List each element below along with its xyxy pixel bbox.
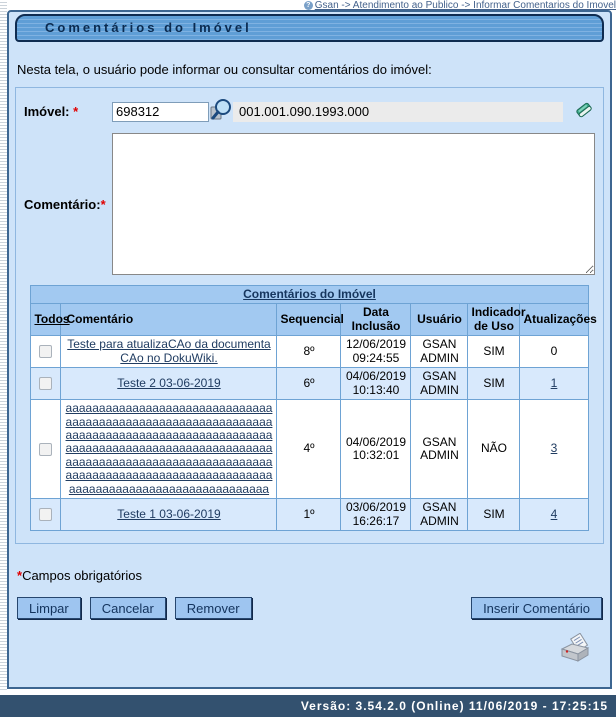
row-checkbox[interactable] <box>39 442 53 456</box>
comment-cell: Teste 2 03-06-2019 <box>60 367 278 401</box>
comentario-textarea[interactable] <box>112 133 595 275</box>
sequencial-cell: 6º <box>276 367 342 401</box>
row-checkbox[interactable] <box>39 345 53 359</box>
table-caption: Comentários do Imóvel <box>30 284 589 305</box>
sequencial-cell: 4º <box>276 399 342 500</box>
column-header-comentario: Comentário <box>60 303 278 337</box>
comment-cell: Teste para atualizaCAo da documentaCAo n… <box>60 335 278 369</box>
atualizacoes-cell: 4 <box>519 498 589 531</box>
comment-cell: aaaaaaaaaaaaaaaaaaaaaaaaaaaaaaaaaaaaaaaa… <box>60 399 278 500</box>
comment-link[interactable]: Teste 1 03-06-2019 <box>117 507 220 521</box>
data-inclusao-cell: 04/06/2019 10:32:01 <box>340 399 412 500</box>
indicador-cell: SIM <box>467 335 521 369</box>
data-inclusao-cell: 03/06/2019 16:26:17 <box>340 498 412 531</box>
version-footer: Versão: 3.54.2.0 (Online) 11/06/2019 - 1… <box>0 695 616 717</box>
limpar-button[interactable]: Limpar <box>17 597 81 619</box>
comments-table: Comentários do Imóvel Todos Comentário S… <box>30 284 597 531</box>
comment-link[interactable]: Teste para atualizaCAo da documentaCAo n… <box>67 337 270 364</box>
table-header-row: Todos Comentário Sequencial Data Inclusã… <box>30 303 597 337</box>
sequencial-cell: 1º <box>276 498 342 531</box>
page-title: Comentários do Imóvel <box>15 14 604 42</box>
breadcrumb-link[interactable]: Gsan -> Atendimento ao Publico -> Inform… <box>315 0 616 10</box>
imovel-input[interactable] <box>112 101 209 122</box>
comment-link[interactable]: aaaaaaaaaaaaaaaaaaaaaaaaaaaaaaaaaaaaaaaa… <box>66 401 273 496</box>
usuario-cell: GSAN ADMIN <box>410 498 469 531</box>
search-icon[interactable] <box>209 98 233 125</box>
inscricao-field: 001.001.090.1993.000 <box>233 101 563 122</box>
atualizacoes-link[interactable]: 1 <box>551 376 558 390</box>
inserir-comentario-button[interactable]: Inserir Comentário <box>471 597 602 619</box>
atualizacoes-cell: 1 <box>519 367 589 401</box>
column-header-sequencial: Sequencial <box>276 303 344 337</box>
comment-cell: Teste 1 03-06-2019 <box>60 498 278 531</box>
table-row: aaaaaaaaaaaaaaaaaaaaaaaaaaaaaaaaaaaaaaaa… <box>30 399 589 500</box>
usuario-cell: GSAN ADMIN <box>410 335 469 369</box>
data-inclusao-cell: 04/06/2019 10:13:40 <box>340 367 412 401</box>
atualizacoes-cell: 0 <box>519 335 589 369</box>
table-caption-link[interactable]: Comentários do Imóvel <box>243 287 376 301</box>
cancelar-button[interactable]: Cancelar <box>89 597 166 619</box>
left-stripe-decoration <box>0 0 7 690</box>
imovel-field-row: Imóvel: * 001.001.090.1993.000 <box>24 98 595 125</box>
indicador-cell: SIM <box>467 498 521 531</box>
column-header-indicador: Indicador de Uso <box>467 303 526 337</box>
eraser-icon[interactable] <box>573 99 595 124</box>
usuario-cell: GSAN ADMIN <box>410 399 469 500</box>
comentario-label: Comentário:* <box>24 196 106 212</box>
comentario-field-row: Comentário:* <box>24 133 595 275</box>
atualizacoes-link[interactable]: 3 <box>551 441 558 455</box>
row-checkbox-cell <box>30 498 62 531</box>
usuario-cell: GSAN ADMIN <box>410 367 469 401</box>
indicador-cell: SIM <box>467 367 521 401</box>
column-header-todos: Todos <box>30 303 70 337</box>
required-fields-note: *Campos obrigatórios <box>17 568 143 583</box>
data-inclusao-cell: 12/06/2019 09:24:55 <box>340 335 412 369</box>
printer-icon[interactable] <box>558 632 592 668</box>
printer-row <box>9 632 592 668</box>
row-checkbox-cell <box>30 335 62 369</box>
remover-button[interactable]: Remover <box>174 597 252 619</box>
page-description: Nesta tela, o usuário pode informar ou c… <box>17 62 432 77</box>
select-all-link[interactable]: Todos <box>34 312 69 326</box>
atualizacoes-link[interactable]: 4 <box>551 507 558 521</box>
table-row: Teste para atualizaCAo da documentaCAo n… <box>30 335 589 369</box>
row-checkbox-cell <box>30 367 62 401</box>
main-frame: Comentários do Imóvel Nesta tela, o usuá… <box>7 10 612 689</box>
action-buttons: Limpar Cancelar Remover Inserir Comentár… <box>17 597 602 619</box>
column-header-usuario: Usuário <box>410 303 469 337</box>
form-panel: Imóvel: * 001.001.090.1993.000 <box>15 87 604 544</box>
column-header-data-inclusao: Data Inclusão <box>340 303 412 337</box>
comment-link[interactable]: Teste 2 03-06-2019 <box>117 376 220 390</box>
help-icon[interactable]: ? <box>303 0 313 10</box>
imovel-label: Imóvel: * <box>24 104 79 119</box>
sequencial-cell: 8º <box>276 335 342 369</box>
column-header-atualizacoes: Atualizações <box>519 303 597 337</box>
row-checkbox[interactable] <box>39 377 53 391</box>
row-checkbox-cell <box>30 399 62 500</box>
table-row: Teste 1 03-06-2019 1º 03/06/2019 16:26:17 G… <box>30 498 589 531</box>
table-row: Teste 2 03-06-2019 6º 04/06/2019 10:13:40 G… <box>30 367 589 401</box>
row-checkbox[interactable] <box>39 508 53 522</box>
comments-table-body: Teste para atualizaCAo da documentaCAo n… <box>30 335 589 531</box>
table-caption-row: Comentários do Imóvel <box>30 284 589 305</box>
atualizacoes-cell: 3 <box>519 399 589 500</box>
breadcrumb: ? Gsan -> Atendimento ao Publico -> Infor… <box>0 0 616 10</box>
indicador-cell: NÃO <box>467 399 521 500</box>
